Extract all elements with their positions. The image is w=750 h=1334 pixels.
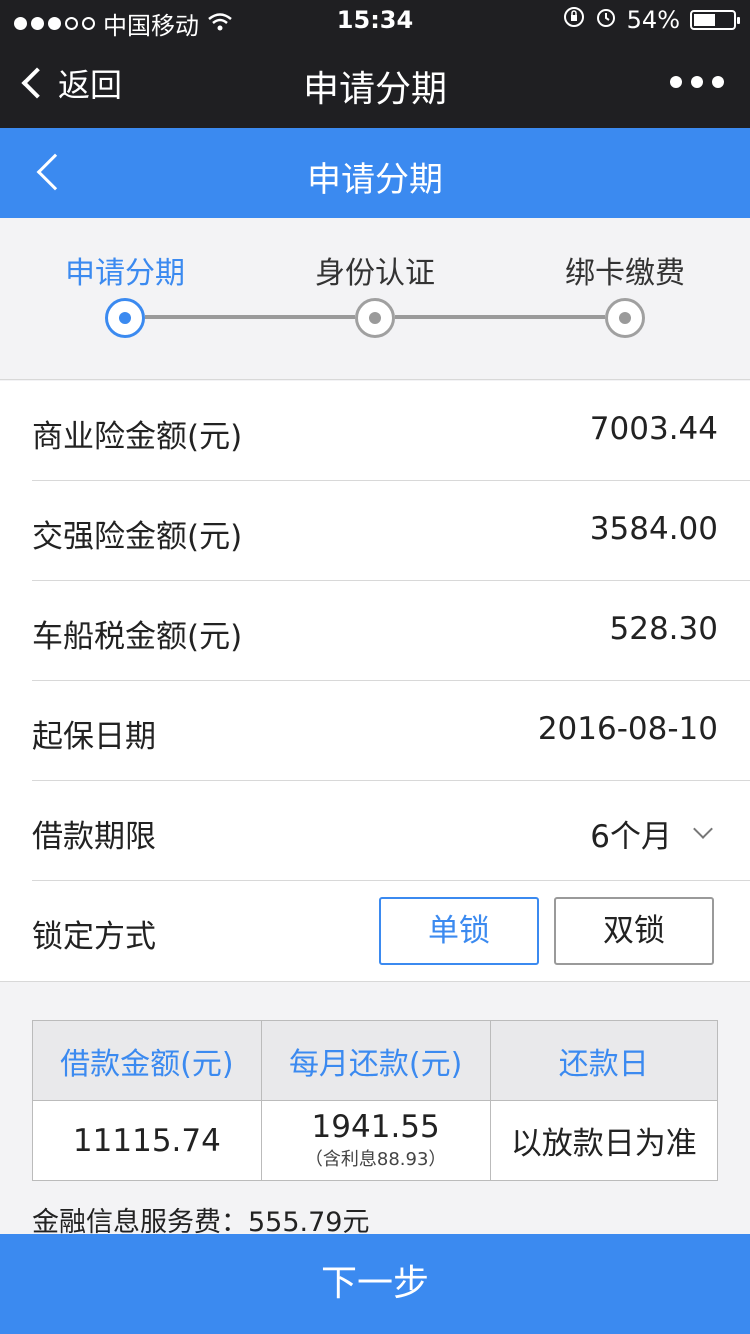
vehicle-tax-label: 车船税金额(元) — [32, 619, 243, 655]
form-row-vehicle-tax: 车船税金额(元) 528.30 — [32, 581, 750, 681]
compulsory-insurance-value: 3584.00 — [589, 511, 718, 547]
commercial-insurance-label: 商业险金额(元) — [32, 419, 243, 455]
table-row: 11115.74 1941.55 （含利息88.93） 以放款日为准 — [32, 1100, 719, 1181]
header-monthly-payment: 每月还款(元) — [260, 1020, 491, 1101]
form-row-compulsory-insurance: 交强险金额(元) 3584.00 — [32, 481, 750, 581]
status-right: 54% — [563, 6, 740, 34]
alarm-icon — [595, 6, 617, 34]
step-label-apply: 申请分期 — [65, 256, 185, 291]
start-date-label: 起保日期 — [32, 719, 156, 755]
more-options-icon[interactable] — [670, 76, 724, 88]
monthly-payment-value: 1941.55 — [311, 1108, 440, 1145]
vehicle-tax-value: 528.30 — [609, 611, 718, 647]
compulsory-insurance-label: 交强险金额(元) — [32, 519, 243, 555]
page-header: 申请分期 — [0, 128, 750, 218]
header-loan-amount: 借款金额(元) — [32, 1020, 262, 1101]
monthly-payment-cell: 1941.55 （含利息88.93） — [260, 1100, 491, 1181]
lock-mode-label: 锁定方式 — [32, 919, 156, 955]
form-row-start-date: 起保日期 2016-08-10 — [32, 681, 750, 781]
battery-percent: 54% — [626, 6, 680, 34]
loan-term-label: 借款期限 — [32, 819, 156, 855]
progress-steps: 申请分期 身份认证 绑卡缴费 — [0, 218, 750, 380]
header-repayment-day: 还款日 — [489, 1020, 719, 1101]
step-label-bind-card: 绑卡缴费 — [565, 256, 685, 291]
repayment-day-cell: 以放款日为准 — [489, 1100, 719, 1181]
step-indicator-apply — [105, 298, 145, 338]
form-row-lock-mode: 锁定方式 单锁 双锁 — [32, 881, 750, 981]
repayment-summary-table: 借款金额(元) 每月还款(元) 还款日 11115.74 1941.55 （含利… — [32, 1020, 719, 1181]
loan-amount-cell: 11115.74 — [32, 1100, 262, 1181]
loan-term-select[interactable]: 6个月 — [590, 811, 713, 856]
table-header-row: 借款金额(元) 每月还款(元) 还款日 — [32, 1020, 719, 1101]
next-step-button[interactable]: 下一步 — [0, 1234, 750, 1334]
battery-icon — [690, 10, 740, 30]
step-label-identity: 身份认证 — [315, 256, 435, 291]
orientation-lock-icon — [563, 6, 585, 34]
nav-title: 申请分期 — [302, 69, 447, 110]
interest-note: （含利息88.93） — [304, 1148, 447, 1170]
form-row-commercial-insurance: 商业险金额(元) 7003.44 — [32, 381, 750, 481]
commercial-insurance-value: 7003.44 — [589, 411, 718, 447]
start-date-value: 2016-08-10 — [537, 711, 718, 747]
page-title: 申请分期 — [307, 160, 443, 200]
form-row-loan-term[interactable]: 借款期限 6个月 — [32, 781, 750, 881]
step-connector — [395, 315, 605, 319]
step-connector — [145, 315, 355, 319]
top-navigation-bar: 返回 申请分期 — [0, 40, 750, 128]
step-indicator-identity — [355, 298, 395, 338]
installment-form: 商业险金额(元) 7003.44 交强险金额(元) 3584.00 车船税金额(… — [0, 381, 750, 982]
loan-term-value: 6个月 — [590, 819, 672, 855]
chevron-down-icon — [693, 818, 713, 839]
step-indicator-bind-card — [605, 298, 645, 338]
status-bar: 中国移动 15:34 54% — [0, 0, 750, 40]
single-lock-button[interactable]: 单锁 — [379, 897, 539, 965]
double-lock-button[interactable]: 双锁 — [554, 897, 714, 965]
